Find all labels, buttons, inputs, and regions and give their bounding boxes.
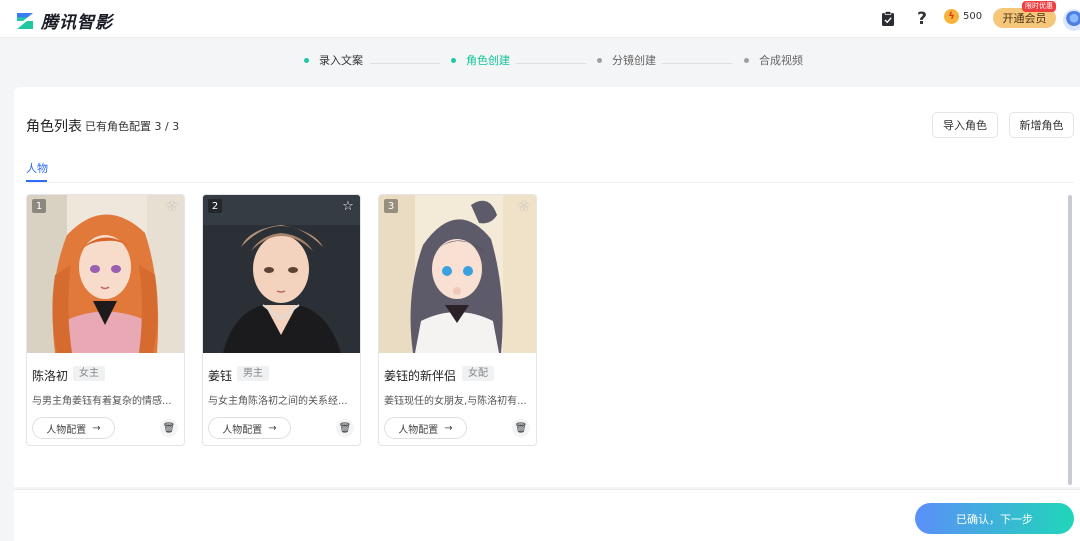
character-portrait[interactable]: 1 ☆ [27,195,184,353]
user-avatar[interactable] [1063,9,1080,31]
character-card[interactable]: 3 ☆ 姜钰的新伴侣 女配 姜钰现任的女朋友,与陈洛初有... 人物配置 → 🗑 [378,194,537,446]
character-portrait[interactable]: 3 ☆ [379,195,536,353]
step-3: 分镜创建 [597,52,656,68]
trash-icon[interactable]: 🗑 [336,419,354,437]
character-role-tag: 女配 [462,366,494,381]
character-card[interactable]: 2 ☆ 姜钰 男主 与女主角陈洛初之间的关系经... 人物配置 → 🗑 [202,194,361,446]
progress-steps: 录入文案 角色创建 分镜创建 合成视频 [0,52,1080,74]
character-description: 与男主角姜钰有着复杂的情感... [32,396,172,407]
step-dot [744,57,749,63]
trash-icon[interactable]: 🗑 [160,419,178,437]
step-label: 角色创建 [466,54,510,67]
app-logo[interactable]: 腾讯智影 [15,8,113,33]
config-label: 人物配置 [222,424,263,436]
step-connector [516,63,586,64]
import-character-button[interactable]: 导入角色 [932,112,998,138]
character-portrait[interactable]: 2 ☆ [203,195,360,353]
step-connector [662,63,732,64]
coin-icon: ϟ [944,9,959,24]
star-icon[interactable]: ☆ [164,198,180,214]
step-1: 录入文案 [304,52,363,68]
arrow-right-icon: → [92,422,101,434]
star-icon[interactable]: ☆ [340,198,356,214]
confirm-next-button[interactable]: 已确认，下一步 [915,503,1074,534]
step-dot [304,57,309,63]
scrollbar[interactable] [1067,195,1073,485]
step-label: 合成视频 [759,54,803,67]
config-label: 人物配置 [398,424,439,436]
step-connector [370,63,440,64]
character-name: 姜钰 [208,369,233,383]
tab-characters[interactable]: 人物 [26,160,48,176]
arrow-right-icon: → [268,422,277,434]
step-label: 录入文案 [319,54,363,67]
scrollbar-thumb[interactable] [1068,195,1072,485]
config-label: 人物配置 [46,424,87,436]
character-name: 陈洛初 [32,369,69,383]
character-role-tag: 女主 [73,366,105,381]
character-name: 姜钰的新伴侣 [384,369,457,383]
panel-title: 角色列表 [26,119,82,135]
character-number: 2 [208,199,222,213]
trash-icon[interactable]: 🗑 [512,419,530,437]
character-number: 1 [32,199,46,213]
character-role-tag: 男主 [237,366,269,381]
step-label: 分镜创建 [612,54,656,67]
clipboard-icon[interactable] [878,9,898,29]
logo-text: 腾讯智影 [41,13,113,33]
character-count: 已有角色配置 3 / 3 [85,120,180,133]
star-icon[interactable]: ☆ [516,198,532,214]
arrow-right-icon: → [444,422,453,434]
add-character-button[interactable]: 新增角色 [1009,112,1074,138]
step-dot [451,57,456,63]
credits-display[interactable]: ϟ 500 [944,9,982,24]
character-card[interactable]: 1 ☆ 陈洛初 女主 与男主角姜钰有着复杂的情感... 人物配置 → 🗑 [26,194,185,446]
character-config-button[interactable]: 人物配置 → [208,417,291,439]
character-config-button[interactable]: 人物配置 → [384,417,467,439]
vip-promo-badge: 限时优惠 [1022,1,1056,12]
credits-count: 500 [963,11,983,22]
logo-icon [17,12,33,29]
character-number: 3 [384,199,398,213]
character-description: 姜钰现任的女朋友,与陈洛初有... [384,396,527,407]
top-header: 腾讯智影 ? ϟ 500 开通会员 限时优惠 [0,0,1080,38]
step-dot [597,57,602,63]
help-icon[interactable]: ? [912,9,932,29]
step-2: 角色创建 [451,52,510,68]
step-4: 合成视频 [744,52,803,68]
tab-divider [26,182,1074,183]
character-config-button[interactable]: 人物配置 → [32,417,115,439]
character-description: 与女主角陈洛初之间的关系经... [208,396,348,407]
